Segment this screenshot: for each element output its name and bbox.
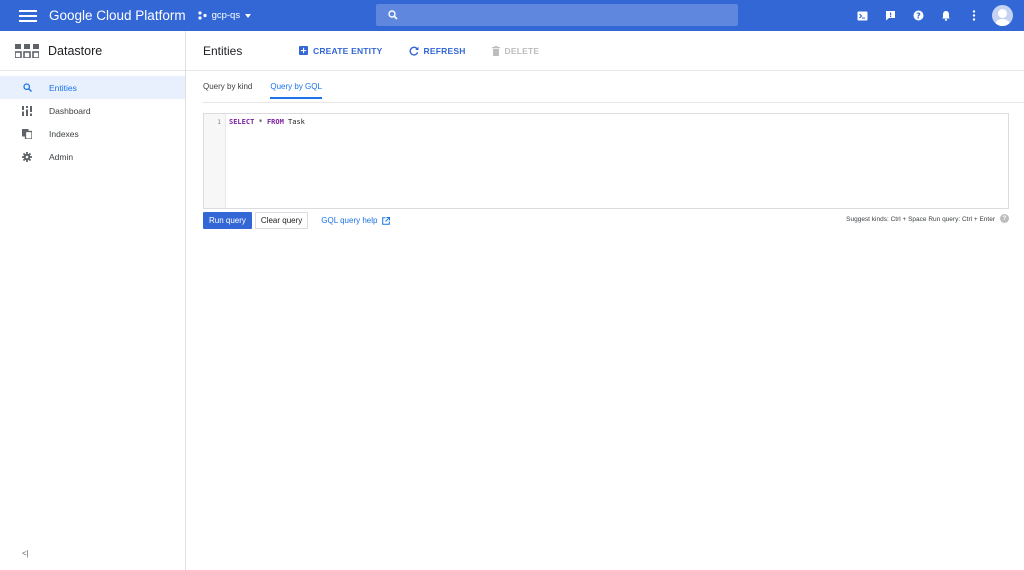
product-title: Datastore [48,43,103,58]
add-box-icon [299,46,308,55]
more-vert-icon[interactable] [960,0,988,31]
svg-text:?: ? [916,11,921,20]
trash-icon [491,45,500,56]
query-kind: Task [283,118,305,126]
create-entity-label: CREATE ENTITY [313,45,383,56]
feedback-icon[interactable] [876,0,904,31]
gear-icon [20,151,34,162]
keyboard-hint: Suggest kinds: Ctrl + Space Run query: C… [846,216,995,223]
keyword-select: SELECT [229,118,255,126]
sidebar: Datastore Entities Dashboard Indexes Adm… [0,31,186,570]
sidebar-nav: Entities Dashboard Indexes Admin [0,71,185,168]
search-icon [388,10,398,20]
collapse-sidebar-button[interactable]: <| [22,549,29,558]
avatar[interactable] [992,5,1013,26]
gql-help-label: GQL query help [321,216,378,225]
refresh-button[interactable]: REFRESH [409,46,466,56]
notifications-icon[interactable] [932,0,960,31]
keyword-from: FROM [266,118,284,126]
datastore-product-icon [15,43,39,58]
query-star: * [254,118,267,126]
indexes-icon [20,128,34,139]
sidebar-item-entities[interactable]: Entities [0,76,185,99]
refresh-icon [409,46,419,56]
sidebar-item-admin[interactable]: Admin [0,145,185,168]
delete-button[interactable]: DELETE [491,45,540,56]
page-title: Entities [203,43,243,58]
dashboard-icon [20,105,34,116]
open-in-new-icon [382,216,391,225]
help-circle-icon[interactable]: ? [1000,214,1009,223]
query-button-row: Run query Clear query GQL query help Sug… [203,212,1009,229]
top-app-bar: Google Cloud Platform gcp-qs ? [0,0,1024,31]
delete-label: DELETE [504,45,540,56]
brand-title[interactable]: Google Cloud Platform [49,8,186,23]
tabs-divider [202,102,1024,103]
gql-query-editor[interactable]: 1 SELECT * FROM Task [203,113,1009,209]
project-selector[interactable]: gcp-qs [197,10,252,21]
menu-icon[interactable] [19,9,37,22]
search-icon [20,83,34,92]
line-number-gutter: 1 [204,114,226,208]
topbar-actions: ? [848,0,1024,31]
query-text: SELECT * FROM Task [226,114,305,208]
project-icon [197,11,207,20]
sidebar-item-indexes[interactable]: Indexes [0,122,185,145]
query-tabs: Query by kind Query by GQL [203,82,340,99]
tab-query-by-gql[interactable]: Query by GQL [270,82,322,99]
chevron-down-icon [245,13,252,18]
search-input[interactable] [376,4,738,26]
refresh-label: REFRESH [423,45,466,56]
help-icon[interactable]: ? [904,0,932,31]
clear-query-button[interactable]: Clear query [254,212,309,229]
run-query-button[interactable]: Run query [203,212,252,229]
sidebar-item-dashboard[interactable]: Dashboard [0,99,185,122]
sidebar-item-label: Dashboard [49,105,91,116]
tab-query-by-kind[interactable]: Query by kind [203,82,252,99]
cloud-shell-icon[interactable] [848,0,876,31]
action-bar: Entities CREATE ENTITY REFRESH DELETE [186,31,1024,71]
sidebar-item-label: Admin [49,151,74,162]
project-name: gcp-qs [211,10,241,21]
sidebar-item-label: Indexes [49,128,79,139]
sidebar-header: Datastore [0,31,185,71]
main-content: Entities CREATE ENTITY REFRESH DELETE Qu… [186,31,1024,570]
gql-help-link[interactable]: GQL query help [321,216,391,225]
create-entity-button[interactable]: CREATE ENTITY [299,46,383,56]
sidebar-item-label: Entities [49,82,77,93]
